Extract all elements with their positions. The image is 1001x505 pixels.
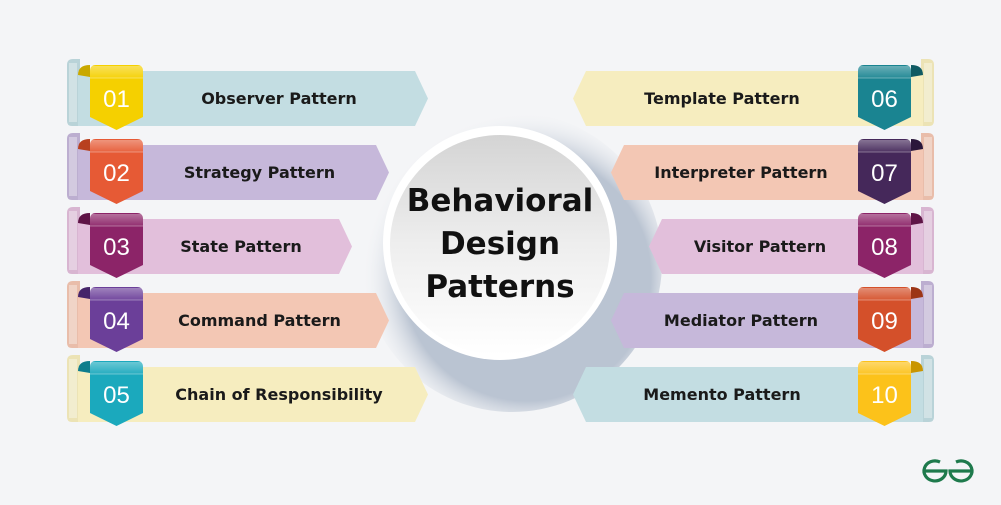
badge-number: 03 xyxy=(103,234,130,261)
ribbon-curl-shine xyxy=(69,285,77,344)
badge-highlight xyxy=(90,362,143,374)
badge-number: 02 xyxy=(103,160,130,187)
badge-number: 01 xyxy=(103,86,130,113)
badge-number: 09 xyxy=(871,308,898,335)
geeksforgeeks-logo-icon xyxy=(922,459,974,483)
pattern-label-right: Memento Pattern xyxy=(643,385,801,404)
badge-number: 05 xyxy=(103,382,130,409)
ribbon-curl-shine xyxy=(924,137,932,196)
ribbon-curl-shine xyxy=(69,137,77,196)
badge-highlight xyxy=(90,214,143,226)
title-line: Design xyxy=(439,226,561,262)
pattern-label-right: Template Pattern xyxy=(644,89,800,108)
ribbon-curl-shine xyxy=(69,63,77,122)
badge-highlight xyxy=(90,288,143,300)
ribbon-curl-shine xyxy=(924,211,932,270)
badge-number: 08 xyxy=(871,234,898,261)
badge-number: 10 xyxy=(871,382,898,409)
badge-highlight xyxy=(858,66,911,78)
pattern-label-left: Command Pattern xyxy=(178,311,341,330)
center-title: Behavioral Design Patterns xyxy=(383,180,617,309)
pattern-label-right: Mediator Pattern xyxy=(663,311,819,330)
title-line: Behavioral xyxy=(406,183,594,219)
pattern-label-right: Interpreter Pattern xyxy=(654,163,828,182)
ribbon-curl-shine xyxy=(69,359,77,418)
pattern-label-right: Visitor Pattern xyxy=(693,237,827,256)
badge-highlight xyxy=(858,140,911,152)
pattern-label-left: Strategy Pattern xyxy=(183,163,336,182)
ribbon-curl-shine xyxy=(69,211,77,270)
infographic: Behavioral Design Patterns Observer Patt… xyxy=(0,0,1001,501)
badge-number: 07 xyxy=(871,160,898,187)
ribbon-curl-shine xyxy=(924,63,932,122)
badge-highlight xyxy=(858,288,911,300)
pattern-label-left: Observer Pattern xyxy=(201,89,357,108)
badge-highlight xyxy=(858,214,911,226)
ribbon-curl-shine xyxy=(924,359,932,418)
badge-number: 04 xyxy=(103,308,130,335)
badge-highlight xyxy=(858,362,911,374)
badge-number: 06 xyxy=(871,86,898,113)
pattern-label-left: State Pattern xyxy=(180,237,302,256)
badge-highlight xyxy=(90,140,143,152)
badge-highlight xyxy=(90,66,143,78)
pattern-label-left: Chain of Responsibility xyxy=(175,385,383,404)
title-line: Patterns xyxy=(425,269,575,305)
ribbon-curl-shine xyxy=(924,285,932,344)
